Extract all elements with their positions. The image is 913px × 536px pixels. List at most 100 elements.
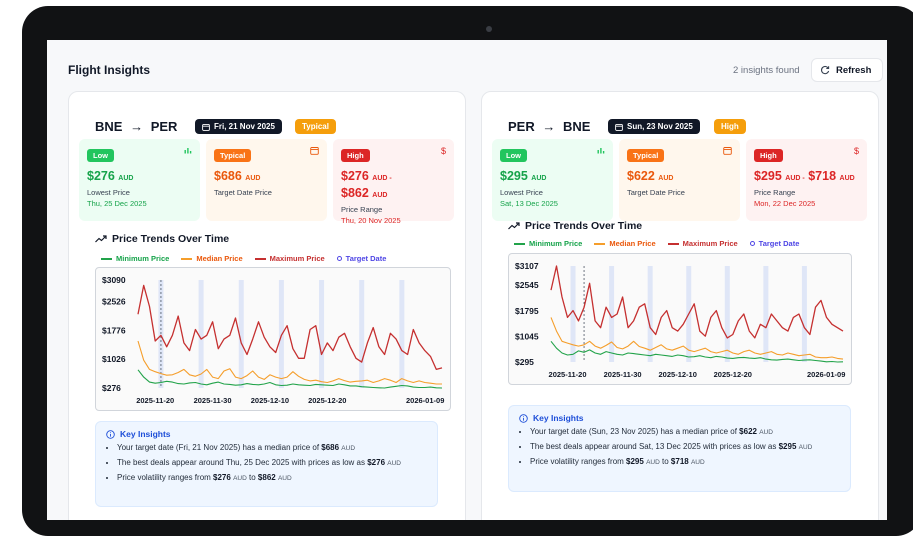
typical-badge: Typical bbox=[627, 149, 665, 162]
currency-unit: AUD - bbox=[372, 175, 392, 182]
legend-median: Median Price bbox=[181, 254, 243, 263]
series-line-maximum-price bbox=[137, 284, 443, 371]
target-date-text: Sun, 23 Nov 2025 bbox=[627, 122, 693, 131]
legend-min-label: Minimum Price bbox=[529, 239, 583, 248]
target-price-label: Target Date Price bbox=[214, 188, 272, 197]
legend-min: Minimum Price bbox=[101, 254, 169, 263]
info-icon bbox=[519, 413, 528, 423]
currency-unit: AUD - bbox=[785, 175, 805, 182]
price-range-card: High $ $276 AUD - $862 AUD Price Range Th… bbox=[333, 139, 454, 225]
key-insights-title: Key Insights bbox=[533, 413, 584, 423]
insight-item: Price volatility ranges from $295 AUD to… bbox=[530, 456, 840, 469]
trends-title: Price Trends Over Time bbox=[508, 220, 642, 232]
weekend-band bbox=[198, 280, 204, 388]
key-insights-title: Key Insights bbox=[120, 429, 171, 439]
currency-unit: AUD bbox=[245, 175, 261, 182]
series-line-maximum-price bbox=[550, 265, 844, 339]
legend-max: Maximum Price bbox=[667, 239, 738, 248]
key-insights-header: Key Insights bbox=[519, 413, 840, 423]
chart-legend: Minimum Price Median Price Maximum Price… bbox=[514, 239, 799, 248]
y-tick-label: $2526 bbox=[102, 297, 126, 307]
high-badge: High bbox=[341, 149, 370, 162]
trends-title-text: Price Trends Over Time bbox=[525, 220, 643, 232]
legend-target: Target Date bbox=[336, 254, 387, 263]
y-tick-label: $1776 bbox=[102, 325, 126, 335]
lowest-price-label: Lowest Price bbox=[500, 188, 543, 197]
lowest-price-card: Low $295 AUD Lowest Price Sat, 13 Dec 20… bbox=[492, 139, 613, 221]
dollar-icon: $ bbox=[853, 146, 859, 156]
target-price: $622 bbox=[627, 169, 655, 183]
x-tick-label: 2025-11-20 bbox=[549, 370, 587, 379]
bar-chart-icon bbox=[184, 146, 192, 156]
lowest-price: $295 bbox=[500, 169, 528, 183]
insight-item: Your target date (Sun, 23 Nov 2025) has … bbox=[530, 426, 840, 439]
target-date-pill: Sun, 23 Nov 2025 bbox=[608, 119, 700, 134]
refresh-label: Refresh bbox=[836, 64, 872, 76]
trending-up-icon bbox=[508, 222, 520, 230]
price-level-pill: Typical bbox=[295, 119, 336, 134]
trends-title-text: Price Trends Over Time bbox=[112, 233, 230, 245]
range-min-price: $295 bbox=[754, 169, 782, 183]
series-line-minimum-price bbox=[550, 340, 844, 363]
series-line-minimum-price bbox=[137, 369, 443, 389]
low-badge: Low bbox=[87, 149, 114, 162]
target-price-label: Target Date Price bbox=[627, 188, 685, 197]
legend-max-label: Maximum Price bbox=[682, 239, 738, 248]
price-trend-chart: $3090 $2526 $1776 $1026 $276 2025-11-20 2025-1… bbox=[95, 267, 451, 411]
weekend-band bbox=[399, 280, 405, 388]
key-insights-box: Key Insights Your target date (Fri, 21 N… bbox=[95, 421, 438, 507]
price-range-date: Thu, 20 Nov 2025 bbox=[341, 216, 401, 225]
currency-unit: AUD bbox=[658, 175, 674, 182]
low-badge: Low bbox=[500, 149, 527, 162]
x-tick-label: 2025-12-20 bbox=[714, 370, 752, 379]
bar-chart-icon bbox=[597, 146, 605, 156]
chart-legend: Minimum Price Median Price Maximum Price… bbox=[101, 254, 386, 263]
weekend-band bbox=[763, 266, 769, 362]
insight-card-bne-per: BNE → PER Fri, 21 Nov 2025 Typical Low $… bbox=[68, 91, 466, 520]
chart-svg: $3090 $2526 $1776 $1026 $276 2025-11-20 2025-1… bbox=[102, 275, 444, 405]
range-max-price: $862 bbox=[341, 186, 369, 200]
calendar-icon bbox=[310, 146, 319, 157]
y-tick-label: $295 bbox=[515, 357, 534, 367]
lowest-price-date: Thu, 25 Dec 2025 bbox=[87, 199, 147, 208]
insight-item: The best deals appear around Thu, 25 Dec… bbox=[117, 457, 427, 470]
page-title: Flight Insights bbox=[68, 63, 150, 77]
legend-median-label: Median Price bbox=[609, 239, 656, 248]
target-price-card: Typical $686 AUD Target Date Price bbox=[206, 139, 327, 221]
calendar-icon bbox=[202, 123, 210, 131]
x-tick-label: 2025-12-10 bbox=[659, 370, 697, 379]
route-title: PER → BNE bbox=[508, 119, 590, 134]
x-tick-label: 2025-11-30 bbox=[194, 396, 232, 405]
target-date-pill: Fri, 21 Nov 2025 bbox=[195, 119, 282, 134]
insights-count: 2 insights found bbox=[733, 65, 800, 76]
y-tick-label: $3090 bbox=[102, 275, 126, 285]
weekend-band bbox=[724, 266, 730, 362]
legend-target: Target Date bbox=[749, 239, 800, 248]
currency-unit: AUD bbox=[118, 175, 134, 182]
legend-max: Maximum Price bbox=[254, 254, 325, 263]
currency-unit: AUD bbox=[839, 175, 855, 182]
series-line-median-price bbox=[137, 340, 442, 385]
key-insights-header: Key Insights bbox=[106, 429, 427, 439]
x-tick-label: 2026-01-09 bbox=[807, 370, 845, 379]
price-range-label: Price Range bbox=[341, 205, 383, 214]
currency-unit: AUD bbox=[372, 192, 388, 199]
chart-svg: $3107 $2545 $1795 $1045 $295 2025-11-20 2025-1… bbox=[515, 261, 845, 379]
weekend-band bbox=[359, 280, 365, 388]
key-insights-box: Key Insights Your target date (Sun, 23 N… bbox=[508, 405, 851, 492]
weekend-band bbox=[647, 266, 653, 362]
legend-median-label: Median Price bbox=[196, 254, 243, 263]
refresh-button[interactable]: Refresh bbox=[811, 58, 883, 82]
weekend-band bbox=[278, 280, 284, 388]
route-arrow: → bbox=[542, 119, 556, 134]
app-screen: Flight Insights 2 insights found Refresh… bbox=[47, 40, 887, 520]
calendar-icon bbox=[615, 123, 623, 131]
currency-unit: AUD bbox=[531, 175, 547, 182]
y-tick-label: $1795 bbox=[515, 306, 539, 316]
legend-target-label: Target Date bbox=[345, 254, 387, 263]
legend-min-label: Minimum Price bbox=[116, 254, 170, 263]
price-level-pill: High bbox=[714, 119, 746, 134]
legend-target-label: Target Date bbox=[758, 239, 800, 248]
trending-up-icon bbox=[95, 235, 107, 243]
legend-min: Minimum Price bbox=[514, 239, 582, 248]
